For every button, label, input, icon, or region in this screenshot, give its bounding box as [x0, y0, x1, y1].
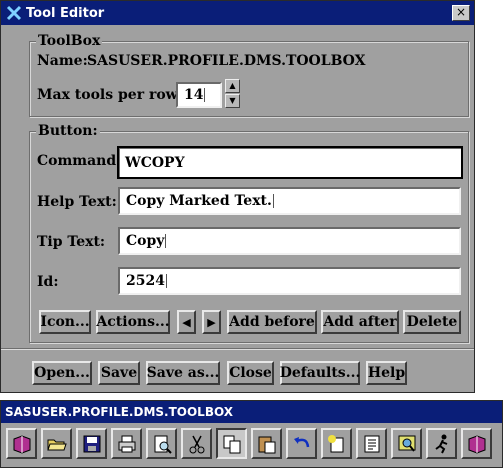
save-disk-icon[interactable] [76, 428, 107, 459]
spin-down-button[interactable]: ▼ [225, 94, 240, 108]
command-input[interactable]: WCOPY [117, 146, 463, 179]
next-arrow-button[interactable]: ▶ [202, 310, 221, 334]
tip-text-value: Copy [126, 233, 165, 249]
title-bar[interactable]: Tool Editor × [1, 1, 474, 25]
open-folder-icon[interactable] [41, 428, 72, 459]
help-button[interactable]: Help [366, 361, 407, 385]
close-button[interactable]: Close [227, 361, 274, 385]
name-value: SASUSER.PROFILE.DMS.TOOLBOX [87, 53, 366, 69]
book-icon[interactable] [6, 428, 37, 459]
toolbox-title[interactable]: SASUSER.PROFILE.DMS.TOOLBOX [1, 401, 502, 423]
max-tools-input[interactable]: 14 [176, 82, 222, 108]
id-value: 2524 [126, 273, 165, 289]
tip-text-input[interactable]: Copy [118, 227, 461, 255]
text-caret [272, 194, 274, 208]
find-icon[interactable] [391, 428, 422, 459]
paste-icon[interactable] [251, 428, 282, 459]
command-label: Command: [37, 153, 122, 169]
save-button[interactable]: Save [98, 361, 140, 385]
undo-icon[interactable] [286, 428, 317, 459]
help-text-value: Copy Marked Text. [126, 193, 272, 209]
max-tools-label: Max tools per row: [37, 87, 183, 103]
copy-icon[interactable] [216, 428, 247, 459]
new-icon[interactable] [321, 428, 352, 459]
icon-button[interactable]: Icon... [39, 310, 91, 334]
command-value: WCOPY [125, 154, 185, 171]
button-group-title: Button: [36, 123, 100, 139]
toolbox-window: SASUSER.PROFILE.DMS.TOOLBOX [0, 400, 503, 468]
name-label: Name: [37, 53, 88, 69]
open-button[interactable]: Open... [32, 361, 92, 385]
spin-up-button[interactable]: ▲ [225, 79, 240, 93]
help-text-label: Help Text: [37, 194, 117, 210]
id-input[interactable]: 2524 [118, 267, 461, 295]
sas-logo-icon [6, 5, 22, 21]
tip-text-label: Tip Text: [37, 234, 106, 250]
id-label: Id: [37, 274, 59, 290]
max-tools-value: 14 [184, 87, 204, 103]
add-after-button[interactable]: Add after [321, 310, 399, 334]
window-title: Tool Editor [26, 5, 105, 21]
print-icon[interactable] [111, 428, 142, 459]
print-preview-icon[interactable] [146, 428, 177, 459]
delete-button[interactable]: Delete [403, 310, 461, 334]
cut-icon[interactable] [181, 428, 212, 459]
defaults-button[interactable]: Defaults... [280, 361, 360, 385]
help-text-input[interactable]: Copy Marked Text. [118, 187, 461, 215]
form-icon[interactable] [356, 428, 387, 459]
text-caret [204, 88, 206, 102]
help-book-icon[interactable] [461, 428, 492, 459]
prev-arrow-button[interactable]: ◀ [177, 310, 196, 334]
tool-editor-window: Tool Editor × ToolBox Name: SASUSER.PROF… [0, 0, 475, 393]
toolbox-group-title: ToolBox [36, 33, 103, 49]
text-caret [165, 234, 167, 248]
save-as-button[interactable]: Save as... [146, 361, 220, 385]
run-icon[interactable] [426, 428, 457, 459]
add-before-button[interactable]: Add before [227, 310, 317, 334]
actions-button[interactable]: Actions... [96, 310, 170, 334]
close-icon[interactable]: × [452, 5, 470, 21]
divider [1, 348, 474, 350]
text-caret [165, 274, 167, 288]
